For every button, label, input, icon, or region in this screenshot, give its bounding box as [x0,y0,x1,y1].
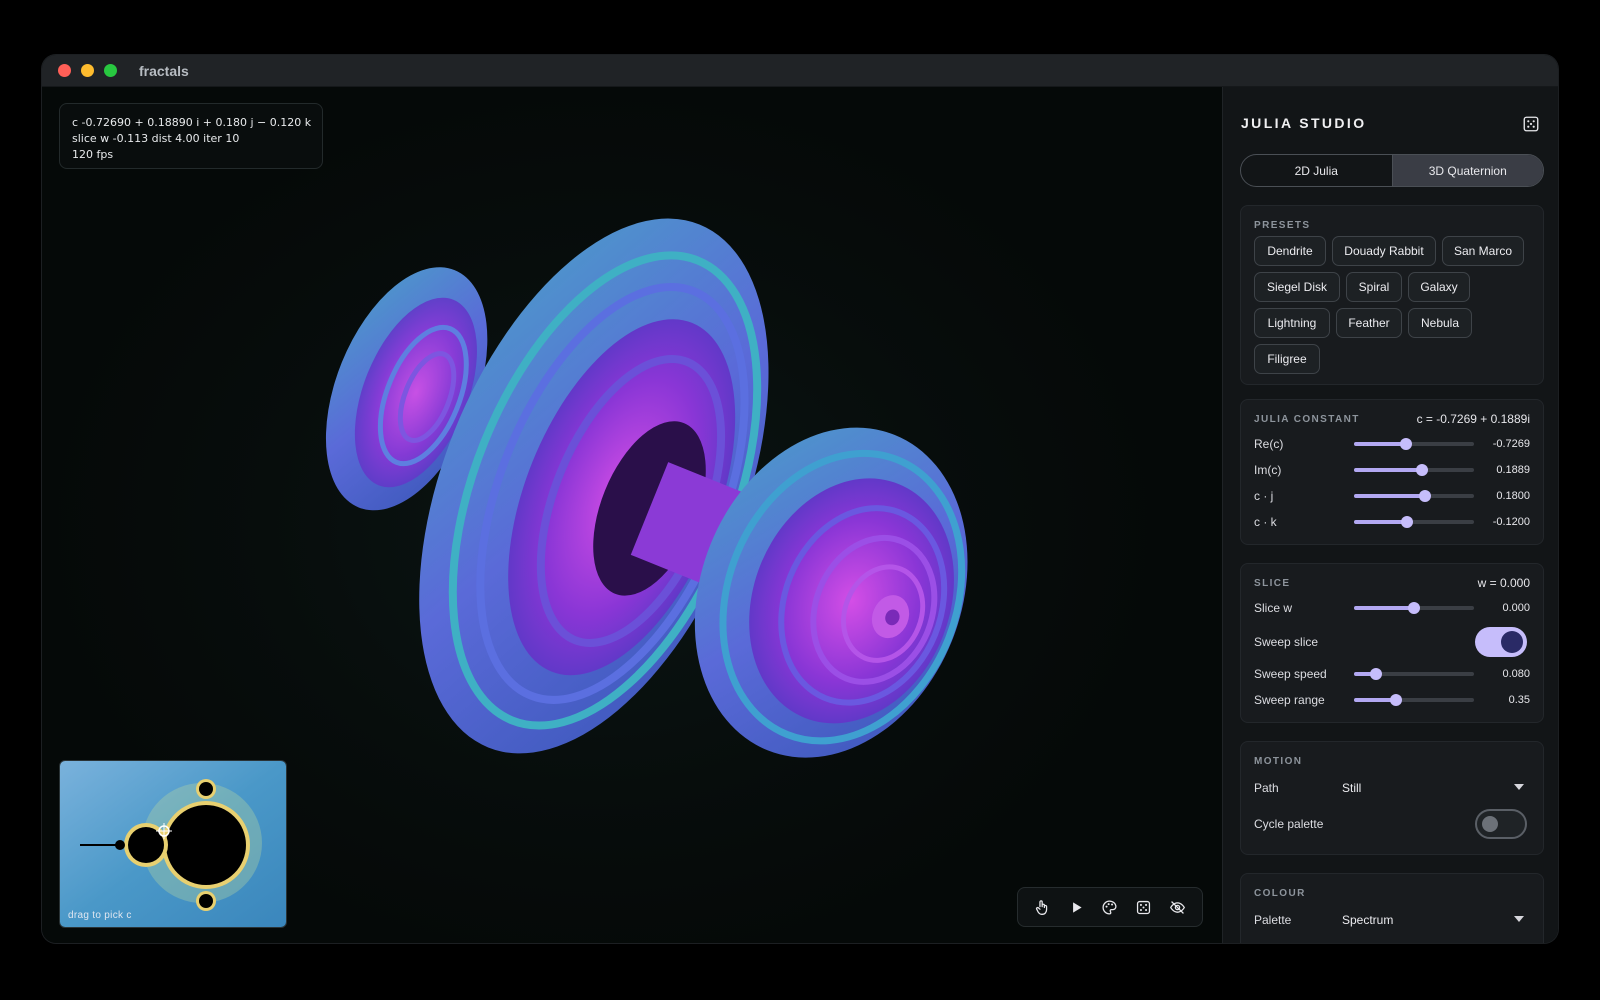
slice-w-row: Slice w 0.000 [1254,598,1530,618]
colour-title: COLOUR [1254,888,1306,899]
c-j-label: c · j [1254,489,1274,503]
mode-switch: 2D Julia 3D Quaternion [1240,154,1544,187]
sweep-range-slider[interactable] [1354,694,1474,706]
sweep-slice-row: Sweep slice [1254,627,1530,657]
slice-w-value: 0.000 [1502,602,1530,614]
julia-constant-title: JULIA CONSTANT [1254,414,1360,425]
path-label: Path [1254,781,1279,795]
im-c-value: 0.1889 [1496,464,1530,476]
path-select[interactable]: Still [1342,781,1361,795]
dice-icon[interactable] [1131,894,1157,920]
c-j-slider[interactable] [1354,490,1474,502]
slice-title: SLICE [1254,578,1291,589]
tab-3d-quaternion[interactable]: 3D Quaternion [1391,155,1543,186]
sweep-speed-row: Sweep speed 0.080 [1254,664,1530,684]
palette-icon[interactable] [1097,894,1123,920]
minimap-hint: drag to pick c [68,910,132,921]
mandelbrot-minimap[interactable]: drag to pick c [59,760,287,928]
c-k-label: c · k [1254,515,1277,529]
im-c-label: Im(c) [1254,463,1282,477]
c-k-slider[interactable] [1354,516,1474,528]
eye-off-icon[interactable] [1164,894,1190,920]
cycle-palette-toggle[interactable] [1475,809,1527,839]
slice-w-label: Slice w [1254,601,1293,615]
chevron-down-icon[interactable] [1514,916,1524,922]
preset-san-marco[interactable]: San Marco [1442,236,1524,266]
motion-title: MOTION [1254,756,1303,767]
panel-header: JULIA STUDIO [1241,115,1540,135]
sweep-slice-label: Sweep slice [1254,635,1319,649]
colour-card: COLOUR Palette Spectrum [1240,873,1544,943]
path-row[interactable]: Path Still [1254,778,1530,798]
slice-card: SLICE w = 0.000 Slice w 0.000 Sweep slic… [1240,563,1544,723]
julia-constant-value: c = -0.7269 + 0.1889i [1416,412,1530,426]
preset-lightning[interactable]: Lightning [1254,308,1330,338]
presets-card: PRESETS Dendrite Douady Rabbit San Marco… [1240,205,1544,385]
c-k-row: c · k -0.1200 [1254,512,1530,532]
re-c-label: Re(c) [1254,437,1284,451]
randomize-dice-icon[interactable] [1522,115,1540,133]
close-window-button[interactable] [58,64,71,77]
window-title: fractals [139,62,189,79]
palette-select[interactable]: Spectrum [1342,913,1393,927]
palette-label: Palette [1254,913,1292,927]
preset-feather[interactable]: Feather [1336,308,1402,338]
sweep-speed-label: Sweep speed [1254,667,1327,681]
hud-constant-line: c -0.72690 + 0.18890 i + 0.180 j − 0.120… [72,116,312,129]
re-c-row: Re(c) -0.7269 [1254,434,1530,454]
control-panel: JULIA STUDIO 2D Julia 3D Quaternion PRES… [1222,87,1558,943]
presets-title: PRESETS [1254,220,1311,231]
julia-constant-card: JULIA CONSTANT c = -0.7269 + 0.1889i Re(… [1240,399,1544,545]
slice-w-slider[interactable] [1354,602,1474,614]
preset-douady-rabbit[interactable]: Douady Rabbit [1332,236,1436,266]
hud-fps-line: 120 fps [72,148,114,161]
cycle-palette-label: Cycle palette [1254,817,1324,831]
preset-galaxy[interactable]: Galaxy [1408,272,1470,302]
app-name: JULIA STUDIO [1241,115,1367,131]
sweep-slice-toggle[interactable] [1475,627,1527,657]
sweep-range-row: Sweep range 0.35 [1254,690,1530,710]
pointer-icon[interactable] [1030,894,1056,920]
preset-spiral[interactable]: Spiral [1346,272,1402,302]
preset-nebula[interactable]: Nebula [1408,308,1472,338]
palette-row[interactable]: Palette Spectrum [1254,910,1530,930]
title-bar: fractals [42,55,1558,87]
c-j-value: 0.1800 [1496,490,1530,502]
render-viewport[interactable]: c -0.72690 + 0.18890 i + 0.180 j − 0.120… [42,87,1222,943]
play-icon[interactable] [1063,894,1089,920]
c-k-value: -0.1200 [1492,516,1530,528]
chevron-down-icon[interactable] [1514,784,1524,790]
slice-value: w = 0.000 [1477,576,1530,590]
motion-card: MOTION Path Still Cycle palette [1240,741,1544,855]
mandelbrot-set-image [60,761,286,927]
render-stats-hud: c -0.72690 + 0.18890 i + 0.180 j − 0.120… [59,103,323,169]
sweep-range-label: Sweep range [1254,693,1325,707]
c-j-row: c · j 0.1800 [1254,486,1530,506]
preset-dendrite[interactable]: Dendrite [1254,236,1326,266]
preset-siegel-disk[interactable]: Siegel Disk [1254,272,1340,302]
im-c-slider[interactable] [1354,464,1474,476]
re-c-slider[interactable] [1354,438,1474,450]
sweep-speed-value: 0.080 [1502,668,1530,680]
hud-slice-line: slice w -0.113 dist 4.00 iter 10 [72,132,240,145]
viewport-toolbar [1017,887,1203,927]
minimize-window-button[interactable] [81,64,94,77]
zoom-window-button[interactable] [104,64,117,77]
im-c-row: Im(c) 0.1889 [1254,460,1530,480]
cycle-palette-row: Cycle palette [1254,809,1530,839]
tab-2d-julia[interactable]: 2D Julia [1241,155,1392,186]
app-window: fractals c -0.72690 + 0.18890 i + 0.180 … [42,55,1558,943]
preset-filigree[interactable]: Filigree [1254,344,1320,374]
sweep-speed-slider[interactable] [1354,668,1474,680]
re-c-value: -0.7269 [1492,438,1530,450]
sweep-range-value: 0.35 [1508,694,1530,706]
